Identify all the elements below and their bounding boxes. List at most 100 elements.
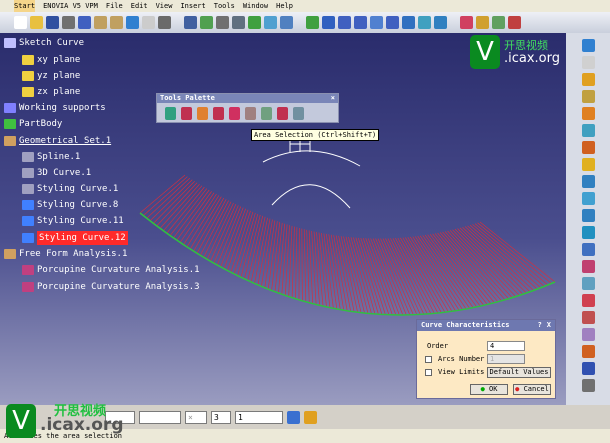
tree-node[interactable]: Styling Curve.12 (22, 231, 128, 245)
toolbar-button-icon[interactable] (354, 16, 367, 29)
tree-node[interactable]: Geometrical Set.1 (4, 134, 111, 148)
menu-start[interactable]: Start (14, 0, 36, 12)
workbench-tool-icon[interactable] (581, 56, 595, 69)
palette-tool-icon[interactable] (277, 107, 288, 120)
palette-tool-icon[interactable] (261, 107, 272, 120)
toolbar-button-icon[interactable] (248, 16, 261, 29)
tree-node[interactable]: Porcupine Curvature Analysis.1 (22, 263, 200, 277)
workbench-tool-icon[interactable] (581, 243, 595, 256)
toolbar-button-icon[interactable] (418, 16, 431, 29)
palette-tool-icon[interactable] (293, 107, 304, 120)
workbench-tool-icon[interactable] (581, 73, 595, 86)
toolbar-button-icon[interactable] (322, 16, 335, 29)
toolbar-button-icon[interactable] (264, 16, 277, 29)
workbench-tool-icon[interactable] (581, 192, 595, 205)
tree-node[interactable]: Styling Curve.11 (22, 214, 124, 228)
workbench-tool-icon[interactable] (581, 141, 595, 154)
workbench-tool-icon[interactable] (581, 209, 595, 222)
workbench-tool-icon[interactable] (581, 260, 595, 273)
workbench-tool-icon[interactable] (581, 311, 595, 324)
palette-tool-icon[interactable] (213, 107, 224, 120)
workbench-tool-icon[interactable] (581, 39, 595, 52)
tree-node[interactable]: Spline.1 (22, 150, 80, 164)
tree-node[interactable]: yz plane (22, 69, 80, 83)
properties-icon[interactable] (304, 410, 317, 424)
palette-tool-icon[interactable] (197, 107, 208, 120)
view-limits-checkbox[interactable] (425, 369, 432, 376)
toolbar-button-icon[interactable] (476, 16, 489, 29)
workbench-tool-icon[interactable] (581, 277, 595, 290)
menu-view[interactable]: View (156, 0, 173, 12)
workbench-tool-icon[interactable] (581, 328, 595, 341)
arcs-number-checkbox[interactable] (425, 356, 432, 363)
workbench-tool-icon[interactable] (581, 345, 595, 358)
palette-tool-icon[interactable] (165, 107, 176, 120)
spline-curve[interactable] (262, 150, 361, 167)
close-button[interactable]: X (547, 320, 551, 331)
workbench-tool-icon[interactable] (581, 175, 595, 188)
thickness-select[interactable]: 3 (211, 410, 231, 424)
toolbar-button-icon[interactable] (434, 16, 447, 29)
workbench-tool-icon[interactable] (581, 107, 595, 120)
tree-node[interactable]: Porcupine Curvature Analysis.3 (22, 280, 200, 294)
menu-insert[interactable]: Insert (180, 0, 205, 12)
ok-button[interactable]: ● OK (470, 384, 508, 395)
workbench-tool-icon[interactable] (581, 124, 595, 137)
toolbar-button-icon[interactable] (492, 16, 505, 29)
menu-edit[interactable]: Edit (131, 0, 148, 12)
help-button[interactable]: ? (538, 320, 542, 331)
toolbar-button-icon[interactable] (30, 16, 43, 29)
workbench-tool-icon[interactable] (581, 294, 595, 307)
palette-tool-icon[interactable] (245, 107, 256, 120)
workbench-tool-icon[interactable] (581, 90, 595, 103)
toolbar-button-icon[interactable] (232, 16, 245, 29)
tree-node[interactable]: Working supports (4, 101, 106, 115)
default-values-button[interactable]: Default Values (487, 367, 551, 378)
menu-enovia[interactable]: ENOVIA V5 VPM (43, 0, 98, 12)
toolbar-button-icon[interactable] (200, 16, 213, 29)
3d-curve[interactable] (271, 184, 351, 209)
arcs-number-input[interactable]: 1 (487, 354, 525, 364)
toolbar-button-icon[interactable] (78, 16, 91, 29)
toolbar-button-icon[interactable] (158, 16, 171, 29)
tree-node[interactable]: Sketch Curve (4, 36, 84, 50)
toolbar-button-icon[interactable] (216, 16, 229, 29)
workbench-tool-icon[interactable] (581, 226, 595, 239)
cancel-button[interactable]: ● Cancel (513, 384, 551, 395)
linetype-select[interactable] (139, 410, 181, 424)
toolbar-button-icon[interactable] (386, 16, 399, 29)
workbench-tool-icon[interactable] (581, 379, 595, 392)
toolbar-button-icon[interactable] (126, 16, 139, 29)
toolbar-button-icon[interactable] (338, 16, 351, 29)
toolbar-button-icon[interactable] (46, 16, 59, 29)
paint-brush-icon[interactable] (287, 410, 300, 424)
toolbar-button-icon[interactable] (14, 16, 27, 29)
menu-file[interactable]: File (106, 0, 123, 12)
workbench-tool-icon[interactable] (581, 362, 595, 375)
tree-node[interactable]: zx plane (22, 85, 80, 99)
toolbar-button-icon[interactable] (306, 16, 319, 29)
workbench-tool-icon[interactable] (581, 158, 595, 171)
menu-window[interactable]: Window (243, 0, 268, 12)
order-input[interactable]: 4 (487, 341, 525, 351)
tree-node[interactable]: PartBody (4, 117, 62, 131)
toolbar-button-icon[interactable] (110, 16, 123, 29)
tree-node[interactable]: xy plane (22, 53, 80, 67)
menu-help[interactable]: Help (276, 0, 293, 12)
tree-node[interactable]: 3D Curve.1 (22, 166, 91, 180)
toolbar-button-icon[interactable] (62, 16, 75, 29)
tree-node[interactable]: Styling Curve.1 (22, 182, 118, 196)
palette-tool-icon[interactable] (181, 107, 192, 120)
toolbar-button-icon[interactable] (94, 16, 107, 29)
toolbar-button-icon[interactable] (280, 16, 293, 29)
weight-select[interactable]: 1 (235, 410, 283, 424)
palette-close-icon[interactable]: × (331, 94, 338, 103)
palette-tool-icon[interactable] (229, 107, 240, 120)
tree-node[interactable]: Free Form Analysis.1 (4, 247, 127, 261)
tree-node[interactable]: Styling Curve.8 (22, 198, 118, 212)
toolbar-button-icon[interactable] (184, 16, 197, 29)
toolbar-button-icon[interactable] (370, 16, 383, 29)
menu-tools[interactable]: Tools (214, 0, 235, 12)
toolbar-button-icon[interactable] (402, 16, 415, 29)
point-select[interactable]: × (185, 410, 207, 424)
